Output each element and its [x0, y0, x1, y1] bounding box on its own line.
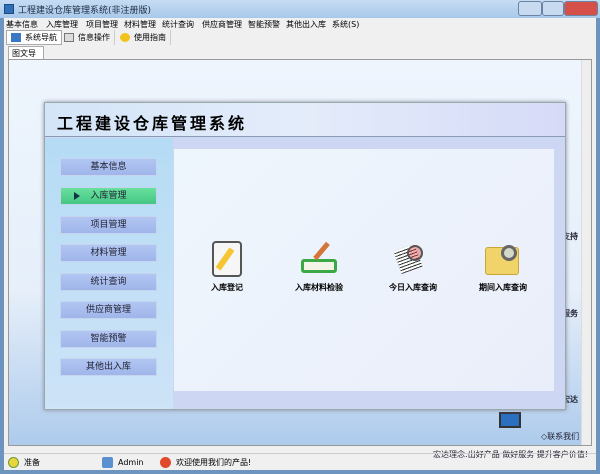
label: 材料管理: [90, 248, 127, 258]
status-icon: [8, 457, 19, 468]
info-operation-button[interactable]: 信息操作: [60, 30, 115, 45]
user-text: Admin: [118, 458, 144, 467]
status-bar: 准备 Admin 欢迎使用我们的产品!: [4, 453, 596, 470]
sidebar-item-inbound[interactable]: 入库管理: [60, 187, 157, 205]
label: 入库材料检验: [295, 283, 343, 292]
inbound-inspection-button[interactable]: 入库材料检验: [274, 241, 364, 293]
menu-supplier[interactable]: 供应商管理: [202, 19, 242, 30]
sidebar-item-supplier[interactable]: 供应商管理: [60, 301, 157, 319]
label: 系统导航: [25, 33, 57, 42]
today-inbound-query-button[interactable]: 今日入库查询: [368, 241, 458, 293]
toolbar: 系统导航 信息操作 使用指南: [4, 30, 596, 45]
menu-other-io[interactable]: 其他出入库: [286, 19, 326, 30]
vertical-scrollbar[interactable]: [581, 60, 591, 445]
label: 供应商管理: [85, 305, 131, 315]
menu-bar: 基本信息 入库管理 项目管理 材料管理 统计查询 供应商管理 智能预警 其他出入…: [4, 18, 596, 30]
app-frame: 基本信息 入库管理 项目管理 材料管理 统计查询 供应商管理 智能预警 其他出入…: [4, 18, 596, 470]
sidebar-item-material[interactable]: 材料管理: [60, 244, 157, 262]
arrow-right-icon: [74, 192, 80, 200]
title-bar: 工程建设仓库管理系统(非注册版): [0, 0, 600, 18]
panel-header: 工程建设仓库管理系统: [45, 103, 565, 137]
window-title: 工程建设仓库管理系统(非注册版): [18, 6, 152, 16]
system-navigation-button[interactable]: 系统导航: [6, 30, 62, 45]
minimize-button[interactable]: [518, 1, 542, 16]
user-icon: [102, 457, 113, 468]
label: 统计查询: [90, 277, 127, 287]
label: 使用指南: [134, 33, 166, 42]
menu-inbound[interactable]: 入库管理: [46, 19, 78, 30]
sidebar-item-project[interactable]: 项目管理: [60, 216, 157, 234]
sidebar-item-basic-info[interactable]: 基本信息: [60, 158, 157, 176]
close-button[interactable]: [564, 1, 598, 16]
info-icon: [64, 33, 74, 42]
menu-statistics[interactable]: 统计查询: [162, 19, 194, 30]
menu-project[interactable]: 项目管理: [86, 19, 118, 30]
label: 智能预警: [90, 334, 127, 344]
sidebar-item-other-io[interactable]: 其他出入库: [60, 358, 157, 376]
menu-basic-info[interactable]: 基本信息: [6, 19, 38, 30]
inbound-register-button[interactable]: 入库登记: [182, 241, 272, 293]
status-text: 准备: [24, 458, 40, 467]
sidebar-item-statistics[interactable]: 统计查询: [60, 273, 157, 291]
menu-alert[interactable]: 智能预警: [248, 19, 280, 30]
label: 入库管理: [90, 191, 127, 201]
maximize-button[interactable]: [542, 1, 564, 16]
label: 基本信息: [90, 162, 127, 172]
register-icon: [212, 241, 242, 277]
panel-title: 工程建设仓库管理系统: [57, 114, 248, 133]
today-query-icon: [393, 241, 431, 277]
menu-system[interactable]: 系统(S): [332, 19, 359, 30]
label: 其他出入库: [85, 362, 131, 372]
content-area: 支持 服务 宏达 ◇联系我们 宏达理念:出好产品 做好服务 提升客户价值! 工程…: [8, 59, 592, 459]
function-area: 入库登记 入库材料检验 今日入库查询 期间入库查询: [174, 149, 554, 391]
panel-sidebar: 基本信息 入库管理 项目管理 材料管理 统计查询 供应商管理 智能预警 其他出入…: [45, 138, 173, 409]
label: 入库登记: [211, 283, 243, 292]
navigation-panel: 工程建设仓库管理系统 基本信息 入库管理 项目管理 材料管理 统计查询 供应商管…: [44, 102, 566, 410]
folder-search-icon: [485, 241, 521, 277]
welcome-icon: [160, 457, 171, 468]
help-icon: [120, 33, 130, 42]
tab-graphic-navigation[interactable]: 图文导航: [8, 46, 44, 69]
monitor-icon: [499, 412, 521, 428]
contact-us-link[interactable]: ◇联系我们: [541, 431, 579, 442]
inspection-book-icon: [301, 241, 337, 277]
welcome-text: 欢迎使用我们的产品!: [176, 458, 252, 467]
period-inbound-query-button[interactable]: 期间入库查询: [458, 241, 548, 293]
label: 期间入库查询: [479, 283, 527, 292]
label: 项目管理: [90, 220, 127, 230]
sidebar-item-alert[interactable]: 智能预警: [60, 330, 157, 348]
menu-material[interactable]: 材料管理: [124, 19, 156, 30]
navigation-icon: [11, 33, 21, 42]
label: 今日入库查询: [389, 283, 437, 292]
app-icon: [4, 4, 14, 14]
user-guide-button[interactable]: 使用指南: [116, 30, 171, 45]
label: 信息操作: [78, 33, 110, 42]
